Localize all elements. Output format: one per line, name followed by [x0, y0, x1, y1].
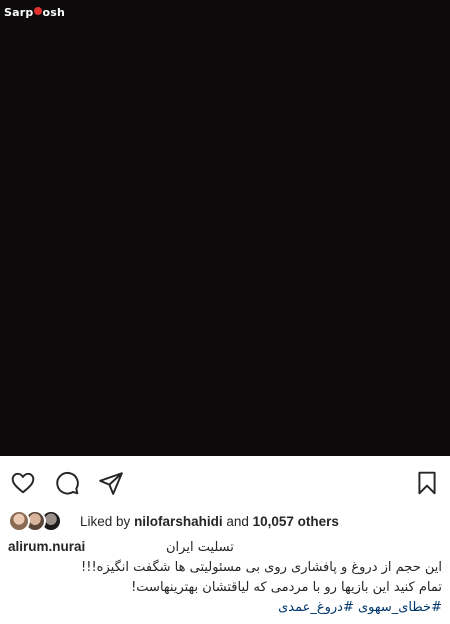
like-button[interactable] [8, 468, 38, 498]
action-bar [0, 456, 450, 508]
liker-avatars[interactable] [8, 509, 66, 533]
comment-icon [56, 472, 79, 495]
share-button[interactable] [96, 468, 126, 498]
caption-line-3: تمام کنید این بازیها رو با مردمی که لیاق… [131, 580, 442, 595]
bookmark-icon [418, 471, 436, 495]
liked-by-and: and [226, 513, 249, 529]
caption-hashtags: #خطای_سهوی #دروغ_عمدی [8, 598, 442, 618]
share-icon [99, 472, 123, 495]
watermark-text-end: sh [50, 5, 65, 19]
hashtag-link[interactable]: #خطای_سهوی [358, 600, 442, 615]
liked-by-username[interactable]: nilofarshahidi [134, 514, 223, 529]
watermark-dot [34, 7, 43, 15]
likes-summary: Liked by nilofarshahidi and 10,057 other… [80, 514, 339, 529]
caption-line-1: تسلیت ایران [166, 540, 234, 555]
likes-count[interactable]: 10,057 others [253, 514, 339, 529]
save-button[interactable] [412, 468, 442, 498]
watermark-o: o [42, 5, 51, 19]
sarpoosh-watermark: Sarp o sh [0, 0, 74, 24]
likes-row: Liked by nilofarshahidi and 10,057 other… [8, 508, 442, 534]
post-image[interactable]: Sarp o sh [0, 0, 450, 456]
watermark-text-start: Sarp [4, 5, 34, 19]
hashtag-link[interactable]: #دروغ_عمدی [278, 600, 354, 615]
comment-button[interactable] [52, 468, 82, 498]
post-caption: alirum.nurai تسلیت ایران این حجم از دروغ… [8, 536, 442, 622]
caption-line-2: این حجم از دروغ و پافشاری روی بی مسئولیت… [81, 560, 442, 575]
heart-icon [11, 472, 35, 494]
liked-by-label: Liked by [80, 513, 131, 529]
caption-username[interactable]: alirum.nurai [8, 539, 85, 554]
avatar [8, 510, 30, 532]
